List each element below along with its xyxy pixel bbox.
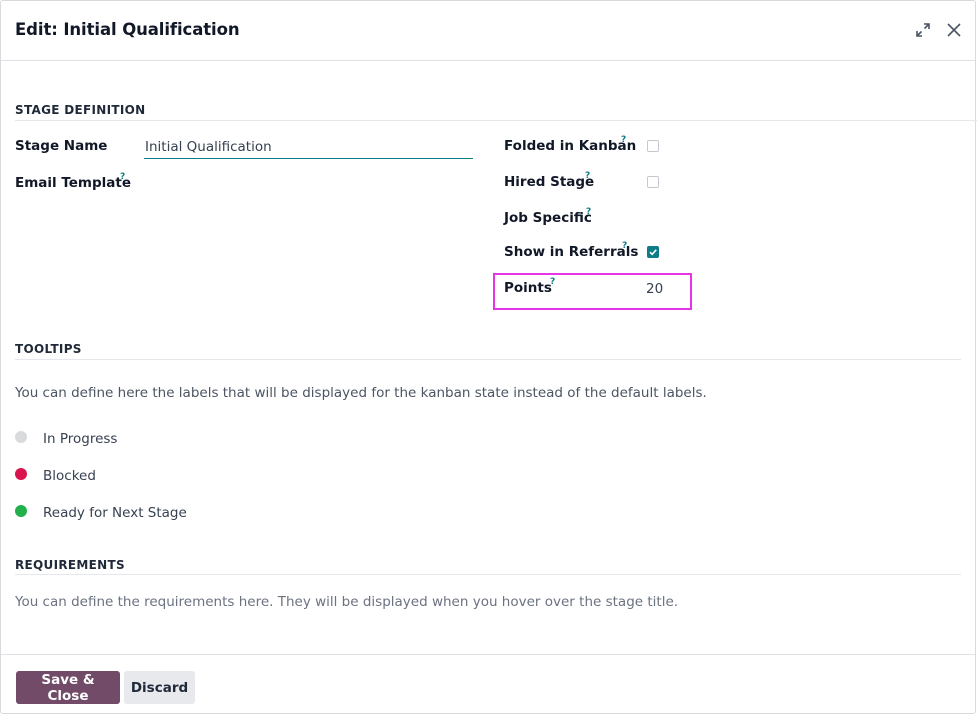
edit-stage-dialog: Edit: Initial Qualification STAGE DEFINI… — [0, 0, 977, 714]
in-progress-status-dot — [15, 431, 27, 443]
help-tooltip-icon[interactable]: ? — [585, 171, 590, 181]
requirements-heading: REQUIREMENTS — [15, 558, 125, 572]
job-specific-label: Job Specific — [504, 210, 592, 226]
help-tooltip-icon[interactable]: ? — [550, 277, 555, 287]
email-template-label: Email Template — [15, 175, 132, 191]
ready-for-next-stage-label[interactable]: Ready for Next Stage — [43, 505, 187, 521]
blocked-label[interactable]: Blocked — [43, 468, 96, 484]
save-close-button[interactable]: Save & Close — [16, 671, 120, 704]
help-tooltip-icon[interactable]: ? — [622, 241, 627, 251]
close-icon[interactable] — [943, 19, 965, 41]
show-in-referrals-checkbox[interactable] — [647, 246, 659, 258]
ready-status-dot — [15, 505, 27, 517]
dialog-header: Edit: Initial Qualification — [1, 1, 975, 61]
expand-icon[interactable] — [912, 19, 934, 41]
requirements-field[interactable]: You can define the requirements here. Th… — [15, 594, 678, 610]
section-divider — [15, 574, 961, 575]
folded-in-kanban-label: Folded in Kanban — [504, 138, 637, 154]
stage-definition-heading: STAGE DEFINITION — [15, 103, 146, 117]
folded-in-kanban-checkbox[interactable] — [647, 140, 659, 152]
section-divider — [15, 359, 961, 360]
discard-button[interactable]: Discard — [124, 671, 195, 704]
points-input[interactable]: 20 — [646, 281, 663, 297]
section-divider — [15, 120, 977, 121]
help-tooltip-icon[interactable]: ? — [621, 135, 626, 145]
in-progress-label[interactable]: In Progress — [43, 431, 117, 447]
tooltips-heading: TOOLTIPS — [15, 342, 82, 356]
help-tooltip-icon[interactable]: ? — [120, 172, 125, 182]
help-tooltip-icon[interactable]: ? — [586, 207, 591, 217]
points-label: Points — [504, 280, 552, 296]
hired-stage-label: Hired Stage — [504, 174, 595, 190]
dialog-title: Edit: Initial Qualification — [15, 20, 240, 39]
tooltips-description: You can define here the labels that will… — [15, 385, 707, 401]
checkmark-icon — [649, 249, 657, 256]
stage-name-input[interactable] — [144, 135, 473, 159]
show-in-referrals-label: Show in Referrals — [504, 244, 639, 260]
blocked-status-dot — [15, 468, 27, 480]
footer-divider — [1, 654, 975, 655]
hired-stage-checkbox[interactable] — [647, 176, 659, 188]
stage-name-label: Stage Name — [15, 138, 108, 154]
